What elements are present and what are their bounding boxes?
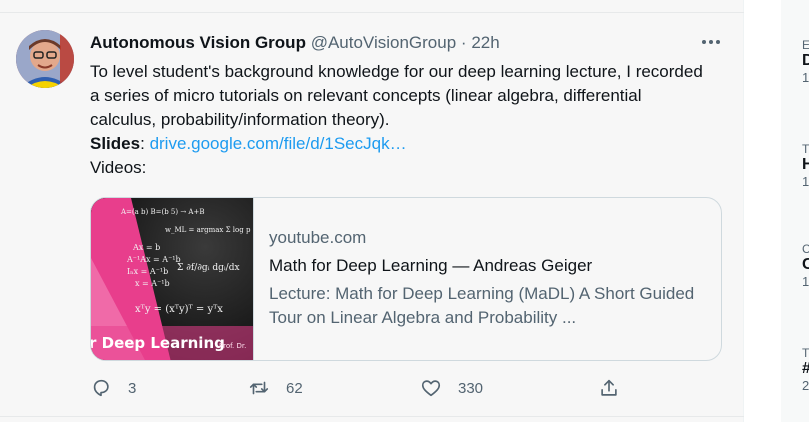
trend-meta: 1	[802, 70, 809, 85]
thumb-author: Prof. Dr.	[219, 342, 246, 350]
trend-category: E	[802, 38, 809, 52]
trends-sidebar: E D 1 T H 1 C C 1 T # 2	[781, 0, 809, 422]
tweet[interactable]: Autonomous Vision Group @AutoVisionGroup…	[0, 0, 744, 422]
reply-button[interactable]: 3	[90, 376, 136, 400]
thumb-caption: r Deep Learning	[91, 334, 225, 352]
retweet-icon	[249, 381, 269, 395]
trend-item[interactable]: E D 1	[802, 38, 809, 85]
avatar-image	[16, 30, 74, 88]
trend-meta: 2	[802, 378, 809, 393]
author-handle[interactable]: @AutoVisionGroup	[311, 33, 456, 52]
svg-text:A⁻¹Ax = A⁻¹b: A⁻¹Ax = A⁻¹b	[126, 255, 181, 264]
svg-text:w_ML = argmax Σ log p: w_ML = argmax Σ log p	[165, 226, 251, 234]
card-domain: youtube.com	[269, 228, 367, 247]
author-name[interactable]: Autonomous Vision Group	[90, 33, 306, 52]
heart-icon	[421, 380, 441, 397]
svg-text:xᵀy = (xᵀy)ᵀ = yᵀx: xᵀy = (xᵀy)ᵀ = yᵀx	[135, 304, 223, 315]
more-dots-icon	[702, 40, 706, 44]
trend-category: T	[802, 346, 809, 360]
trend-category: C	[802, 242, 809, 256]
card-text: youtube.com Math for Deep Learning — And…	[269, 226, 709, 330]
trend-title: D	[802, 52, 809, 69]
svg-text:Σ ∂f/∂gᵢ dgᵢ/dx: Σ ∂f/∂gᵢ dgᵢ/dx	[177, 263, 240, 273]
like-count: 330	[458, 379, 484, 397]
reply-icon	[93, 379, 109, 397]
trend-title: #	[802, 360, 809, 378]
trend-title: C	[802, 256, 809, 273]
slides-line: Slides: drive.google.com/file/d/1SecJqk…	[90, 132, 710, 156]
more-dots-icon	[709, 40, 713, 44]
card-thumbnail: A=(a b) B=(b 5) → A+B w_ML = argmax Σ lo…	[91, 198, 254, 360]
slides-colon: :	[140, 134, 145, 153]
reply-count: 3	[128, 379, 137, 397]
timestamp[interactable]: 22h	[471, 33, 499, 52]
divider	[0, 416, 744, 417]
share-icon	[601, 379, 617, 396]
retweet-button[interactable]: 62	[248, 376, 303, 400]
share-button[interactable]	[598, 376, 620, 400]
separator-dot: ·	[460, 33, 467, 52]
svg-text:Iₙx = A⁻¹b: Iₙx = A⁻¹b	[127, 267, 168, 276]
svg-text:A=(a b) B=(b 5) → A+B: A=(a b) B=(b 5) → A+B	[120, 208, 205, 216]
trend-item[interactable]: T H 1	[802, 142, 809, 189]
tweet-paragraph: To level student's background knowledge …	[90, 62, 703, 129]
slides-label: Slides	[90, 134, 141, 153]
retweet-count: 62	[286, 379, 303, 397]
svg-text:x = A⁻¹b: x = A⁻¹b	[135, 279, 170, 288]
trend-item[interactable]: C C 1	[802, 242, 809, 289]
divider	[0, 12, 744, 13]
link-preview-card[interactable]: A=(a b) B=(b 5) → A+B w_ML = argmax Σ lo…	[90, 197, 722, 361]
tweet-header: Autonomous Vision Group @AutoVisionGroup…	[90, 32, 500, 54]
more-options-button[interactable]	[698, 32, 724, 52]
like-button[interactable]: 330	[420, 376, 483, 400]
trend-item[interactable]: T # 2	[802, 346, 809, 393]
more-dots-icon	[716, 40, 720, 44]
videos-label: Videos:	[90, 158, 147, 177]
trend-title: H	[802, 156, 809, 173]
tweet-text: To level student's background knowledge …	[90, 60, 710, 180]
trend-meta: 1	[802, 174, 809, 189]
trend-meta: 1	[802, 274, 809, 289]
card-description: Lecture: Math for Deep Learning (MaDL) A…	[269, 284, 695, 327]
tweet-actions: 3 62 330	[90, 376, 630, 400]
avatar[interactable]	[16, 30, 74, 88]
trend-category: T	[802, 142, 809, 156]
svg-text:Ax = b: Ax = b	[132, 243, 160, 252]
card-title: Math for Deep Learning — Andreas Geiger	[269, 256, 593, 275]
slides-link[interactable]: drive.google.com/file/d/1SecJqk…	[150, 134, 407, 153]
